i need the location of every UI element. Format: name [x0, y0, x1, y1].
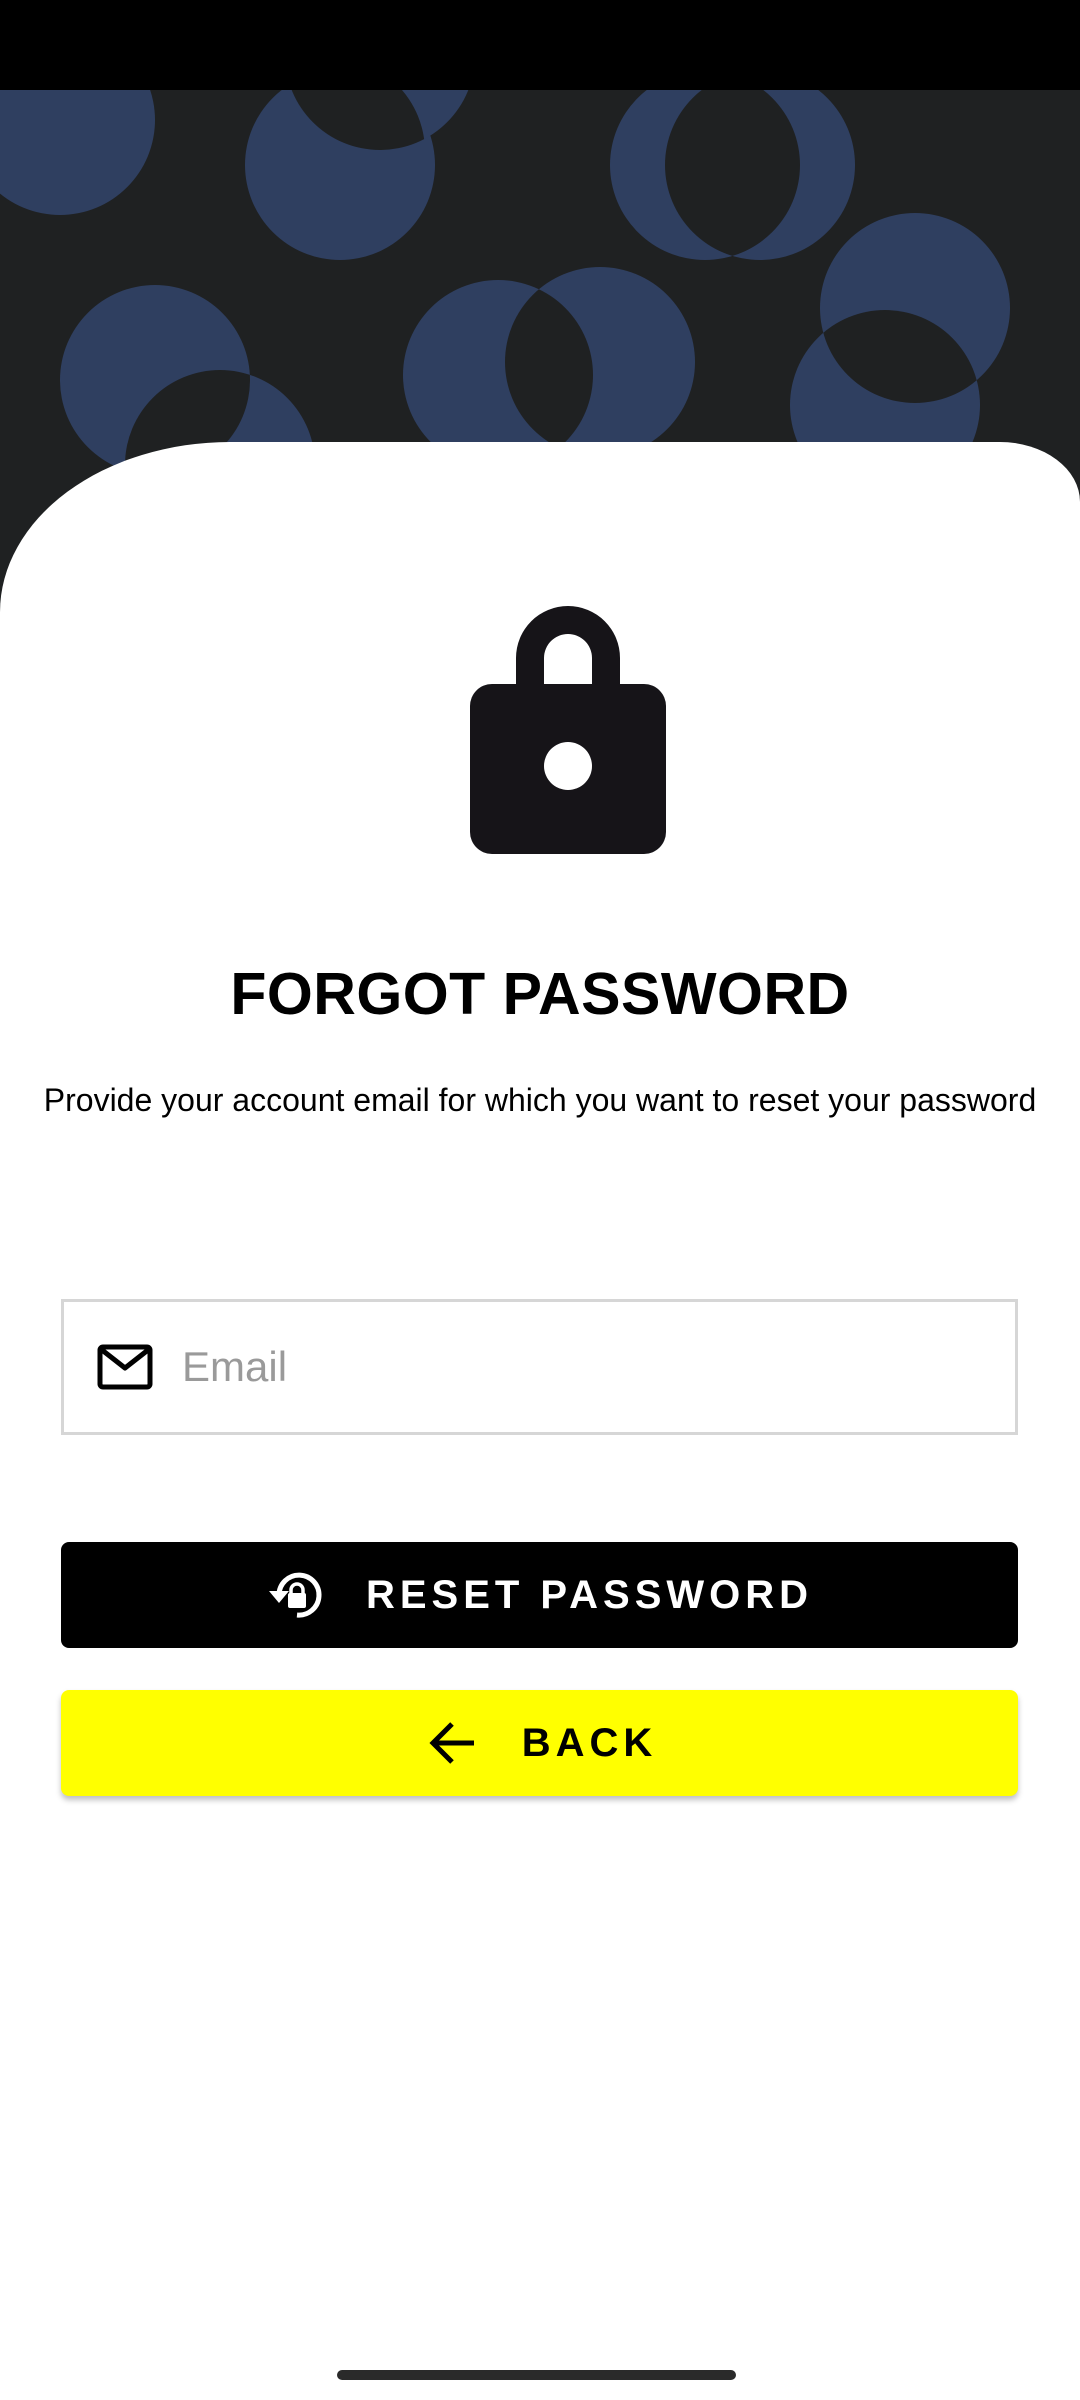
back-label: BACK: [521, 1720, 658, 1765]
forgot-password-screen: FORGOT PASSWORD Provide your account ema…: [0, 0, 1080, 2400]
mail-icon: [97, 1344, 153, 1390]
reset-password-label: RESET PASSWORD: [365, 1572, 814, 1617]
lock-icon: [470, 606, 666, 854]
home-indicator[interactable]: [337, 2370, 736, 2380]
back-button[interactable]: BACK: [61, 1690, 1018, 1796]
status-bar: [0, 0, 1080, 90]
arrow-left-icon: [422, 1712, 484, 1774]
lock-reset-icon: [266, 1564, 328, 1626]
reset-password-button[interactable]: RESET PASSWORD: [61, 1542, 1018, 1648]
page-title: FORGOT PASSWORD: [230, 961, 850, 1027]
email-input[interactable]: [182, 1302, 982, 1432]
page-description: Provide your account email for which you…: [43, 1082, 1037, 1118]
email-field[interactable]: [61, 1299, 1018, 1435]
